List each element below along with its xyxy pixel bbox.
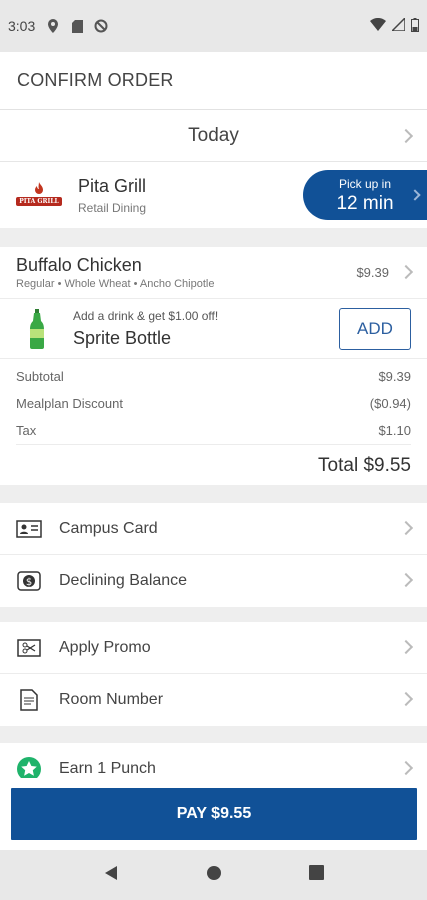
tax-label: Tax <box>16 423 37 438</box>
order-total: Total $9.55 <box>318 455 411 476</box>
store-type: Retail Dining <box>78 201 147 215</box>
item-price: $9.39 <box>356 265 389 280</box>
chevron-right-icon <box>398 128 414 144</box>
chevron-right-icon <box>409 189 421 201</box>
apply-promo-row[interactable]: Apply Promo <box>0 622 427 674</box>
order-extras: Apply Promo Room Number <box>0 622 427 726</box>
bottle-icon <box>30 309 44 349</box>
subtotal-value: $9.39 <box>378 369 411 384</box>
back-icon[interactable] <box>103 865 119 886</box>
recents-icon[interactable] <box>308 865 324 885</box>
home-icon[interactable] <box>206 865 222 886</box>
pay-button[interactable]: PAY $9.55 <box>11 788 417 840</box>
chevron-right-icon <box>398 760 414 776</box>
dollar-badge-icon: $ <box>16 569 42 593</box>
order-item[interactable]: Buffalo Chicken Regular • Whole Wheat • … <box>0 247 427 299</box>
discount-row: Mealplan Discount ($0.94) <box>16 396 411 411</box>
status-bar: 3:03 <box>0 0 427 52</box>
extra-label: Apply Promo <box>59 638 151 656</box>
sd-card-icon <box>69 18 85 34</box>
store-logo-text: PITA GRILL <box>16 197 62 206</box>
system-nav-bar <box>0 850 427 900</box>
pickup-time-button[interactable]: Pick up in 12 min <box>303 170 427 220</box>
ticket-icon <box>16 636 42 660</box>
store-logo: PITA GRILL <box>15 174 63 214</box>
chevron-right-icon <box>398 639 414 655</box>
pickup-label: Pick up in <box>338 177 392 191</box>
page-title: CONFIRM ORDER <box>0 52 427 110</box>
battery-icon <box>411 17 419 35</box>
upsell-name: Sprite Bottle <box>73 328 172 348</box>
store-info: PITA GRILL Pita Grill Retail Dining Pick… <box>0 162 427 228</box>
item-modifiers: Regular • Whole Wheat • Ancho Chipotle <box>16 278 215 290</box>
drink-upsell: Add a drink & get $1.00 off! Sprite Bott… <box>0 299 427 359</box>
item-name: Buffalo Chicken <box>16 255 142 275</box>
payment-label: Campus Card <box>59 519 158 537</box>
upsell-hint: Add a drink & get $1.00 off! <box>73 309 219 323</box>
payment-declining-balance[interactable]: $ Declining Balance <box>0 555 427 607</box>
subtotal-row: Subtotal $9.39 <box>16 369 411 384</box>
discount-label: Mealplan Discount <box>16 396 123 411</box>
room-number-row[interactable]: Room Number <box>0 674 427 726</box>
svg-text:$: $ <box>26 577 32 588</box>
payment-methods: Campus Card $ Declining Balance <box>0 503 427 607</box>
extra-label: Room Number <box>59 691 164 708</box>
store-name: Pita Grill <box>78 176 147 196</box>
chevron-right-icon <box>398 691 414 707</box>
document-icon <box>16 688 42 712</box>
subtotal-label: Subtotal <box>16 369 64 384</box>
chevron-right-icon <box>398 520 414 536</box>
add-drink-button[interactable]: ADD <box>339 308 411 350</box>
order-summary: Buffalo Chicken Regular • Whole Wheat • … <box>0 247 427 485</box>
pickup-day-selector[interactable]: Today <box>0 110 427 162</box>
wifi-icon <box>370 17 386 34</box>
pickup-time: 12 min <box>336 193 394 214</box>
pickup-day-label: Today <box>188 124 239 146</box>
payment-label: Declining Balance <box>59 572 188 589</box>
tax-value: $1.10 <box>378 423 411 438</box>
id-card-icon <box>16 517 42 541</box>
tax-row: Tax $1.10 <box>16 423 411 438</box>
no-sync-icon <box>93 18 109 34</box>
signal-icon <box>390 16 406 34</box>
status-time: 3:03 <box>8 18 36 34</box>
summary-divider <box>16 444 411 445</box>
pay-bar: PAY $9.55 <box>0 778 427 850</box>
discount-value: ($0.94) <box>369 396 411 411</box>
chevron-right-icon <box>398 264 414 280</box>
chevron-right-icon <box>398 572 414 588</box>
rewards-label: Earn 1 Punch <box>59 760 156 777</box>
flame-icon <box>35 182 43 194</box>
location-icon <box>45 18 61 34</box>
payment-campus-card[interactable]: Campus Card <box>0 503 427 555</box>
